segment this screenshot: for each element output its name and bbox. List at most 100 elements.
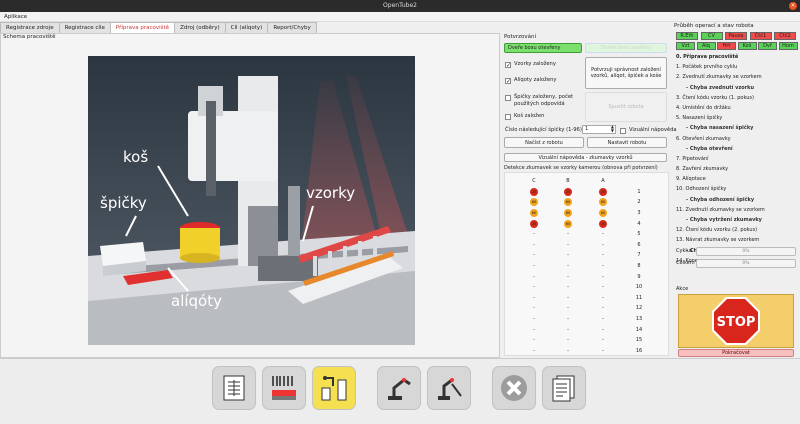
- tube-detected-icon: 25: [530, 219, 538, 228]
- detection-column-header: C: [532, 178, 536, 185]
- operation-error-item: - Chyba nasazení špičky: [686, 125, 754, 132]
- report-tool-button[interactable]: [542, 366, 586, 410]
- tube-empty-text: -: [533, 231, 535, 238]
- actions-title: Akce: [676, 286, 689, 292]
- window-title: OpenTube2: [383, 2, 417, 9]
- tube-empty-text: -: [602, 263, 604, 270]
- tube-empty-text: -: [602, 231, 604, 238]
- checkbox-empty-icon[interactable]: [505, 113, 511, 120]
- scheme-label-aliqoty: alíqóty: [171, 292, 222, 310]
- detection-number-header: [624, 176, 654, 187]
- total-label: Celkem: [676, 260, 695, 266]
- detection-row-number: 15: [635, 337, 643, 344]
- table-tool-button[interactable]: [212, 366, 256, 410]
- tube-empty-text: -: [602, 326, 604, 333]
- detection-cell: 60: [588, 197, 618, 208]
- next-tip-value[interactable]: 1: [585, 126, 588, 132]
- tube-detected-icon: 60: [530, 198, 538, 207]
- total-progress-bar: 0%: [696, 259, 796, 268]
- detection-row-number: 13: [635, 316, 643, 323]
- detection-cell: -: [553, 324, 583, 335]
- window-close-icon[interactable]: ×: [789, 2, 797, 10]
- tube-empty-text: -: [567, 326, 569, 333]
- continue-button[interactable]: Pokračovat: [678, 349, 794, 357]
- total-progress-text: 0%: [742, 261, 750, 266]
- detection-cell: -: [519, 314, 549, 325]
- status-indicator: Pauza: [725, 32, 747, 40]
- door-open-button[interactable]: Dveře boxu otevřeny: [504, 43, 582, 53]
- operation-step-item: 0. Příprava pracoviště: [676, 54, 739, 60]
- detection-row-number: 8: [637, 263, 641, 270]
- checkbox-checked-icon[interactable]: ✓: [505, 61, 511, 68]
- detection-row-number: 3: [637, 210, 641, 217]
- operation-step-item: 9. Alíqotace: [676, 176, 706, 183]
- checkbox-checked-icon[interactable]: ✓: [505, 77, 511, 84]
- menu-item-aplikace[interactable]: Aplikace: [4, 14, 27, 20]
- checkbox-empty-icon[interactable]: [505, 94, 511, 101]
- tube-empty-text: -: [602, 305, 604, 312]
- pipette-arm-tool-button[interactable]: [427, 366, 471, 410]
- tab-report-chyby[interactable]: Report/Chyby: [267, 22, 317, 33]
- pipette-arm-icon: [438, 378, 462, 400]
- tab-registrace-zdroje[interactable]: Registrace zdroje: [0, 22, 60, 33]
- detection-cell: -: [553, 346, 583, 357]
- check-spicky[interactable]: Špičky založeny, počet použitých odpovíd…: [505, 94, 585, 107]
- detection-row-number: 2: [637, 199, 641, 206]
- spin-arrows-icon[interactable]: ▲ ▼: [611, 125, 614, 133]
- set-robot-button[interactable]: Nastavit robotu: [587, 137, 667, 148]
- status-indicator: Čtč1: [749, 32, 772, 40]
- detection-cell: -: [519, 250, 549, 261]
- detection-cell: -: [519, 271, 549, 282]
- detection-cell: 25: [553, 187, 583, 198]
- check-vzorky[interactable]: ✓ Vzorky založeny: [505, 61, 585, 68]
- tube-empty-text: -: [533, 347, 535, 354]
- tube-detected-icon: 60: [564, 198, 572, 207]
- checkbox-empty-icon[interactable]: [620, 127, 626, 134]
- check-spicky-label: Špičky založeny, počet použitých odpovíd…: [514, 94, 574, 107]
- tube-empty-text: -: [533, 316, 535, 323]
- barcode-rack-tool-button[interactable]: [262, 366, 306, 410]
- detection-cell: -: [519, 324, 549, 335]
- detection-cell: -: [519, 240, 549, 251]
- tube-empty-text: -: [533, 252, 535, 259]
- stop-sign-icon: STOP: [712, 297, 760, 345]
- check-kos[interactable]: Koš založen: [505, 113, 585, 120]
- detection-cell: 60: [553, 197, 583, 208]
- tab-cil-aliqoty[interactable]: Cíl (alíqoty): [224, 22, 269, 33]
- detection-cell: -: [519, 346, 549, 357]
- scheme-title: Schema pracoviště: [3, 34, 56, 40]
- operation-step-item: 4. Umístění do držáku: [676, 104, 731, 111]
- next-tip-spinbox[interactable]: 1 ▲ ▼: [582, 125, 616, 134]
- tube-empty-text: -: [567, 241, 569, 248]
- confirm-setup-button[interactable]: Potvrzuji správnost založení vzorků, alí…: [585, 57, 667, 89]
- detection-cell: -: [588, 240, 618, 251]
- load-from-robot-button[interactable]: Načíst z robotu: [504, 137, 584, 148]
- detection-cell: -: [553, 271, 583, 282]
- tube-empty-text: -: [567, 305, 569, 312]
- start-robot-button[interactable]: Spustit robota: [585, 92, 667, 122]
- tab-registrace-cile[interactable]: Registrace cíle: [58, 22, 111, 33]
- check-aliqoty[interactable]: ✓ Alíqoty založeny: [505, 77, 585, 84]
- status-indicator: CV: [700, 32, 723, 40]
- visual-help-tubes-button[interactable]: Vizuální nápověda - zkumavky vzorků: [504, 153, 667, 162]
- operation-error-item: - Chyba vytržení zkumavky: [686, 217, 762, 223]
- robot-arm-tool-button[interactable]: [377, 366, 421, 410]
- status-indicator: R.Eth: [676, 32, 698, 40]
- tab-zdroj-odbery[interactable]: Zdroj (odběry): [174, 22, 226, 33]
- workstation-prep-tool-button[interactable]: [312, 366, 356, 410]
- visual-help-check[interactable]: Vizuální nápověda: [620, 127, 677, 134]
- operation-step-item: 6. Otevření zkumavky: [676, 135, 731, 142]
- stop-button[interactable]: STOP: [678, 294, 794, 348]
- detection-column-header: A: [601, 178, 605, 185]
- tube-empty-text: -: [602, 284, 604, 291]
- tube-empty-text: -: [567, 316, 569, 323]
- tube-empty-text: -: [533, 326, 535, 333]
- stop-label: STOP: [717, 315, 756, 330]
- detection-cell: -: [519, 335, 549, 346]
- detection-cell: 60: [519, 208, 549, 219]
- operation-error-item: - Chyba otevření: [686, 145, 733, 152]
- close-tool-button[interactable]: [492, 366, 536, 410]
- tube-empty-text: -: [567, 252, 569, 259]
- detection-cell: -: [588, 346, 618, 357]
- tube-empty-text: -: [567, 337, 569, 344]
